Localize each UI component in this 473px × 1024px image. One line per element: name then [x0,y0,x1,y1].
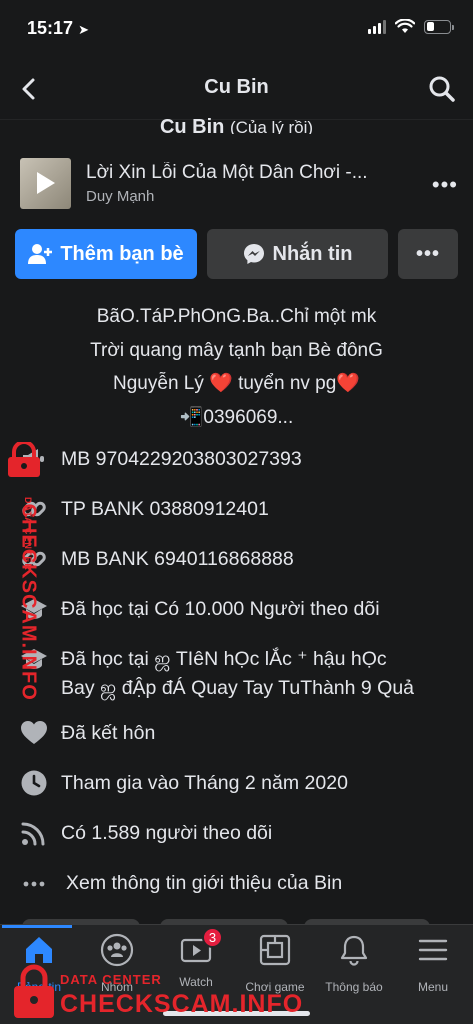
more-actions-button[interactable]: ••• [398,229,458,279]
profile-name: Cu Bin (Của lý rồi) [159,116,314,134]
detail-row: Đã học tại ஜ TIêN hỌc lẮc ⁺ hậu hỌc Bay … [0,637,473,711]
detail-row: Đã học tại Có 10.000 Người theo dõi [0,587,473,637]
detail-row: TP BANK 03880912401 [0,487,473,537]
detail-text: Đã kết hôn [61,722,156,744]
watermark-brand: CHECKSCAM.INFO [17,503,40,701]
watermark-tag: DATA CENTER [60,972,162,987]
notification-badge: 3 [202,927,223,948]
active-tab-indicator [2,925,72,928]
more-options-icon[interactable]: ••• [432,172,458,198]
detail-text: MB 9704229203803027393 [61,448,302,470]
profile-music[interactable]: Lời Xin Lỗi Của Một Dân Chơi -... Duy Mạ… [20,156,460,212]
top-nav-bar: Cu Bin [0,56,473,120]
detail-text: Có 1.589 người theo dõi [61,822,273,844]
detail-text: Đã học tại ஜ TIêN hỌc lẮc ⁺ hậu hỌc Bay … [61,645,414,703]
clock-icon [21,770,47,796]
bell-icon [340,935,368,966]
lock-icon [8,442,40,477]
see-about-info-label: Xem thông tin giới thiệu của Bin [66,872,343,894]
play-icon[interactable] [37,172,55,194]
battery-icon [424,19,454,34]
bio-line: BãO.TáP.PhOnG.Ba..Chỉ một mk [96,306,377,327]
wifi-icon [395,19,415,33]
ellipsis-icon [23,881,45,887]
rss-icon [21,822,45,846]
detail-row: Có 1.589 người theo dõi [0,811,473,861]
watermark-bottom: DATA CENTER CHECKSCAM.INFO [4,962,304,1022]
watermark-side: DATA CENTER CHECKSCAM.INFO [0,442,50,701]
music-title: Lời Xin Lỗi Của Một Dân Chơi -... [86,162,368,183]
menu-icon [418,939,448,961]
add-friend-icon [28,244,53,264]
bio-line: 📲0396069... [179,406,294,428]
detail-row: Đã kết hôn [0,711,473,761]
location-arrow-icon: ➤ [78,22,89,37]
detail-text: Đã học tại Có 10.000 Người theo dõi [61,598,380,620]
bio-line: Trời quang mây tạnh bạn Bè đônG [90,339,383,361]
detail-row: MB BANK 6940116868888 [0,537,473,587]
tab-notifications[interactable]: Thông báo [315,933,393,994]
tab-menu[interactable]: Menu [394,933,472,994]
detail-text: TP BANK 03880912401 [61,498,269,520]
cellular-signal-icon [368,19,386,34]
bio-line: Nguyễn Lý ❤️ tuyển nv pg❤️ [113,373,360,394]
see-about-info-link[interactable]: Xem thông tin giới thiệu của Bin [0,861,473,911]
watermark-brand: CHECKSCAM.INFO [60,990,304,1018]
detail-row: MB 9704229203803027393 [0,437,473,487]
search-icon[interactable] [427,74,457,104]
add-friend-label: Thêm bạn bè [60,242,184,265]
lock-icon [14,964,54,1018]
detail-text-line: Bay ஜ đẬp đÁ Quay Tay TuThành 9 Quả [61,677,415,699]
add-friend-button[interactable]: Thêm bạn bè [15,229,197,279]
music-artist: Duy Mạnh [86,188,155,205]
message-label: Nhắn tin [272,242,353,265]
status-time: 15:17 ➤ [27,18,89,38]
music-thumbnail[interactable] [20,158,71,209]
message-button[interactable]: Nhắn tin [207,229,388,279]
detail-text: MB BANK 6940116868888 [61,548,294,570]
profile-details: MB 9704229203803027393 TP BANK 038809124… [0,437,473,911]
detail-text-line: Đã học tại ஜ TIêN hỌc lẮc ⁺ hậu hỌc [61,648,387,670]
messenger-icon [243,244,264,264]
detail-row: Tham gia vào Tháng 2 năm 2020 [0,761,473,811]
status-indicators [368,19,454,34]
heart-icon [21,721,47,744]
tab-label: Thông báo [325,980,383,994]
profile-actions: Thêm bạn bè Nhắn tin ••• [15,229,458,279]
status-bar: 15:17 ➤ [0,0,473,56]
profile-bio: BãO.TáP.PhOnG.Ba..Chỉ một mk Trời quang … [0,300,473,434]
tab-label: Menu [417,980,449,994]
page-title: Cu Bin [204,76,269,98]
detail-text: Tham gia vào Tháng 2 năm 2020 [61,772,348,794]
